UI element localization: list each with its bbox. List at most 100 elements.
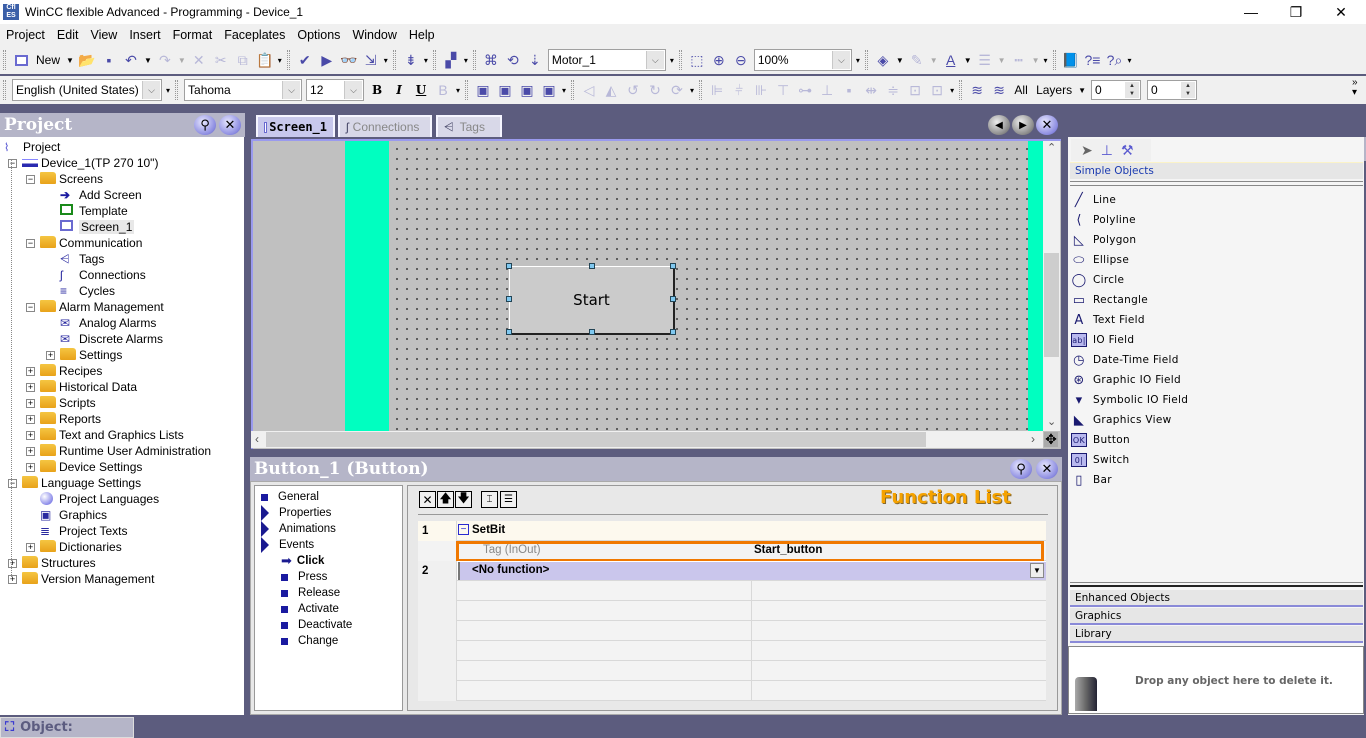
find-icon[interactable]: ⌘	[481, 49, 501, 71]
resize-handle[interactable]	[506, 296, 512, 302]
compile-icon[interactable]: ▶	[317, 49, 337, 71]
save-icon[interactable]: ▪	[99, 49, 119, 71]
align-top-icon[interactable]: ⊤	[773, 79, 793, 101]
collapse-icon[interactable]: −	[8, 159, 17, 168]
canvas-start-button[interactable]: Start	[509, 266, 675, 335]
resize-handle[interactable]	[670, 329, 676, 335]
find-next-icon[interactable]: ⇣	[525, 49, 545, 71]
scroll-down-icon[interactable]: ⌄	[1047, 415, 1056, 428]
close-pane-icon[interactable]: ✕	[1036, 459, 1058, 479]
toolbar-grip[interactable]	[175, 80, 179, 100]
menu-help[interactable]: Help	[409, 28, 435, 42]
tool-item[interactable]: ▯ Bar	[1071, 470, 1112, 490]
tree-item[interactable]: ➔ Add Screen	[60, 187, 142, 203]
zoom-out-icon[interactable]: ⊖	[731, 49, 751, 71]
bring-forward-icon[interactable]: ▣	[517, 79, 537, 101]
toolbar-overflow-icon[interactable]: ▾	[464, 56, 468, 65]
section-splitter[interactable]	[1070, 181, 1363, 186]
menu-faceplates[interactable]: Faceplates	[224, 28, 285, 42]
expand-icon[interactable]: +	[26, 431, 35, 440]
line-color-dropdown-icon[interactable]: ▼	[930, 56, 938, 65]
menu-format[interactable]: Format	[173, 28, 213, 42]
resize-handle[interactable]	[506, 329, 512, 335]
tree-item[interactable]: Runtime User Administration	[40, 443, 211, 459]
toolbar-grip[interactable]	[678, 50, 682, 70]
tree-item[interactable]: Dictionaries	[40, 539, 122, 555]
spinner-arrows-icon[interactable]: ▲ ▼	[1125, 82, 1140, 98]
collapse-icon[interactable]: −	[26, 175, 35, 184]
move-up-icon[interactable]: 🡅	[437, 491, 454, 508]
collapse-icon[interactable]: −	[8, 479, 17, 488]
layer-spinner[interactable]: 0 ▲ ▼	[1147, 80, 1198, 100]
function-row[interactable]: 2 <No function> ▼	[418, 561, 1046, 581]
tool-item[interactable]: 0| Switch	[1071, 450, 1130, 470]
tree-item[interactable]: Recipes	[40, 363, 102, 379]
function-row[interactable]: 1 − SetBit	[418, 521, 1046, 541]
parameter-value[interactable]: Start_button	[754, 544, 822, 556]
rotate-icon[interactable]: ⟳	[667, 79, 687, 101]
property-category[interactable]: Properties	[261, 505, 331, 521]
tree-item[interactable]: Version Management	[22, 571, 154, 587]
align-middle-icon[interactable]: ⊶	[795, 79, 815, 101]
line-style-icon[interactable]: ┅	[1009, 49, 1029, 71]
empty-function-row[interactable]	[418, 641, 1046, 661]
same-size-icon[interactable]: ▪	[839, 79, 859, 101]
new-icon[interactable]	[11, 49, 31, 71]
insert-row-icon[interactable]: ⌶	[481, 491, 498, 508]
event-item[interactable]: Deactivate	[281, 617, 352, 633]
restore-button[interactable]: ❐	[1273, 0, 1319, 24]
toolbar-overflow-icon[interactable]: ▾	[950, 86, 954, 95]
align-bottom-icon[interactable]: ⊥	[817, 79, 837, 101]
tool-item[interactable]: ▭ Rectangle	[1071, 290, 1148, 310]
copy-icon[interactable]: ⧉	[233, 49, 253, 71]
section-splitter[interactable]	[1070, 582, 1363, 587]
screen-grid-area[interactable]	[389, 141, 1028, 431]
empty-function-row[interactable]	[418, 661, 1046, 681]
tree-item[interactable]: Structures	[22, 555, 96, 571]
scroll-up-icon[interactable]: ⌃	[1047, 141, 1056, 154]
rotate-left-icon[interactable]: ↺	[623, 79, 643, 101]
tool-item[interactable]: ◺ Polygon	[1071, 230, 1136, 250]
toolbar-grip[interactable]	[864, 50, 868, 70]
tree-item[interactable]: ≣ Project Texts	[40, 523, 127, 539]
align-center-icon[interactable]: ⫩	[729, 79, 749, 101]
tree-item[interactable]: ⌇ Project	[4, 139, 60, 155]
empty-function-row[interactable]	[418, 601, 1046, 621]
delete-function-icon[interactable]: ✕	[419, 491, 436, 508]
tree-item[interactable]: Device Settings	[40, 459, 142, 475]
toolbar-overflow-icon[interactable]: ▾	[1128, 56, 1132, 65]
strikethrough-icon[interactable]: B	[433, 79, 453, 101]
toolbar-grip[interactable]	[465, 80, 469, 100]
delete-icon[interactable]: ✕	[189, 49, 209, 71]
transfer-icon[interactable]: ⇲	[361, 49, 381, 71]
redo-icon[interactable]: ↷	[155, 49, 175, 71]
toolbar-grip[interactable]	[959, 80, 963, 100]
event-item[interactable]: Press	[281, 569, 327, 585]
event-item[interactable]: Activate	[281, 601, 339, 617]
align-right-icon[interactable]: ⊪	[751, 79, 771, 101]
tool-stamp-icon[interactable]: ⊥	[1101, 142, 1113, 159]
tools-section-graphics[interactable]: Graphics	[1070, 608, 1363, 625]
rotate-right-icon[interactable]: ↻	[645, 79, 665, 101]
trash-drop-zone[interactable]: Drop any object here to delete it.	[1068, 646, 1364, 714]
toolbar-overflow-icon[interactable]: ▾	[690, 86, 694, 95]
tree-item[interactable]: Text and Graphics Lists	[40, 427, 184, 443]
chevron-down-icon[interactable]: ⌵	[344, 81, 363, 99]
bold-button[interactable]: B	[367, 79, 387, 101]
send-backward-icon[interactable]: ▣	[539, 79, 559, 101]
insert-function-icon[interactable]: ☰	[500, 491, 517, 508]
font-color-dropdown-icon[interactable]: ▼	[964, 56, 972, 65]
tool-item[interactable]: ⟨ Polyline	[1071, 210, 1136, 230]
property-category[interactable]: Events	[261, 537, 314, 553]
menu-insert[interactable]: Insert	[129, 28, 160, 42]
toolbar-overflow-icon[interactable]: ▾	[278, 56, 282, 65]
tool-item[interactable]: ╱ Line	[1071, 190, 1116, 210]
toolbar-grip[interactable]	[1052, 50, 1056, 70]
expand-icon[interactable]: +	[26, 447, 35, 456]
tree-item[interactable]: Historical Data	[40, 379, 137, 395]
send-to-back-icon[interactable]: ▣	[495, 79, 515, 101]
tree-item[interactable]: ▣ Graphics	[40, 507, 107, 523]
expand-icon[interactable]: +	[26, 543, 35, 552]
tree-item[interactable]: Template	[60, 203, 128, 219]
font-select[interactable]: Tahoma ⌵	[184, 79, 303, 101]
